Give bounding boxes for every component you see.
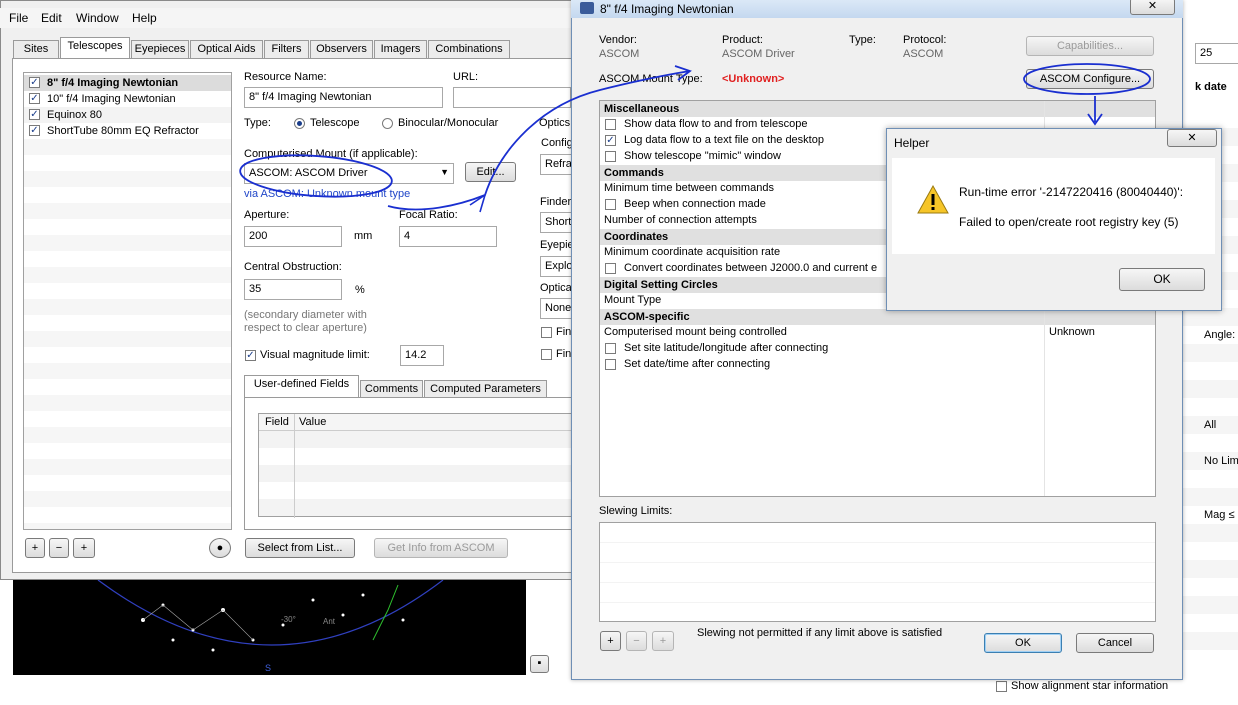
annotation-overlay — [239, 63, 1151, 213]
